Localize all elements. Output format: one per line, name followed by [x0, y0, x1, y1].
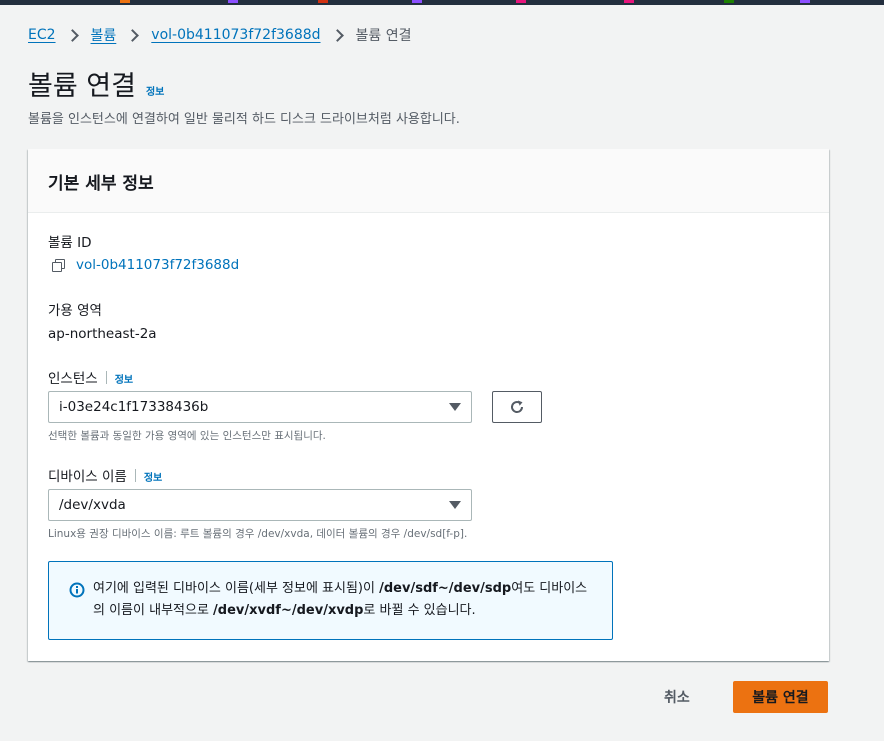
device-info-link[interactable]: 정보 — [144, 473, 162, 484]
nav-accent — [724, 0, 734, 3]
caret-down-icon — [449, 403, 461, 411]
instance-hint: 선택한 볼륨과 동일한 가용 영역에 있는 인스턴스만 표시됩니다. — [48, 430, 326, 442]
refresh-icon — [511, 400, 524, 413]
label-divider — [134, 469, 136, 482]
nav-accent — [120, 0, 130, 3]
page-title: 볼륨 연결 — [28, 71, 136, 102]
instance-select-value: i-03e24c1f17338436b — [59, 399, 209, 415]
breadcrumb-volumes[interactable]: 볼륨 — [91, 25, 117, 45]
nav-accent — [624, 0, 634, 3]
info-alert: 여기에 입력된 디바이스 이름(세부 정보에 표시됨)이 /dev/sdf~/d… — [48, 561, 613, 640]
top-nav-bar — [0, 0, 884, 5]
page-info-link[interactable]: 정보 — [146, 83, 164, 98]
volume-id-row: vol-0b411073f72f3688d — [52, 257, 239, 273]
device-name-select[interactable]: /dev/xvda — [48, 489, 472, 521]
device-label: 디바이스 이름 정보 — [48, 465, 162, 485]
chevron-right-icon — [65, 28, 79, 42]
basic-details-panel: 기본 세부 정보 볼륨 ID vol-0b411073f72f3688d 가용 … — [28, 149, 829, 661]
device-hint: Linux용 권장 디바이스 이름: 루트 볼륨의 경우 /dev/xvda, … — [48, 528, 468, 540]
instance-select[interactable]: i-03e24c1f17338436b — [48, 391, 472, 423]
page-header: 볼륨 연결 정보 — [28, 64, 164, 103]
nav-accent — [228, 0, 238, 3]
alert-bold-1: /dev/sdf~/dev/sdp — [379, 581, 512, 596]
alert-text-1: 여기에 입력된 디바이스 이름(세부 정보에 표시됨)이 — [93, 581, 380, 596]
nav-accent — [412, 0, 422, 3]
alert-bold-2: /dev/xvdf~/dev/xvdp — [213, 603, 364, 618]
breadcrumb-current: 볼륨 연결 — [355, 28, 412, 44]
copy-icon[interactable] — [52, 258, 65, 272]
cancel-button[interactable]: 취소 — [664, 686, 690, 708]
az-label: 가용 영역 — [48, 303, 102, 319]
refresh-button[interactable] — [492, 391, 542, 423]
breadcrumb-ec2[interactable]: EC2 — [28, 27, 56, 43]
nav-accent — [318, 0, 328, 3]
volume-id-value[interactable]: vol-0b411073f72f3688d — [76, 257, 239, 273]
instance-label-text: 인스턴스 — [48, 371, 98, 387]
panel-header: 기본 세부 정보 — [28, 149, 829, 213]
chevron-right-icon — [330, 28, 344, 42]
nav-accent — [516, 0, 526, 3]
info-circle-icon — [69, 582, 85, 598]
nav-accent — [800, 0, 810, 3]
az-value: ap-northeast-2a — [48, 326, 157, 342]
volume-id-label: 볼륨 ID — [48, 235, 92, 251]
caret-down-icon — [449, 501, 461, 509]
instance-label: 인스턴스 정보 — [48, 367, 133, 387]
panel-title: 기본 세부 정보 — [48, 174, 154, 194]
attach-volume-button[interactable]: 볼륨 연결 — [733, 681, 828, 713]
device-label-text: 디바이스 이름 — [48, 469, 127, 485]
chevron-right-icon — [126, 28, 140, 42]
instance-info-link[interactable]: 정보 — [115, 375, 133, 386]
breadcrumb: EC2 볼륨 vol-0b411073f72f3688d 볼륨 연결 — [28, 26, 412, 44]
alert-text-3: 로 바뀔 수 있습니다. — [363, 603, 476, 618]
breadcrumb-volume-id[interactable]: vol-0b411073f72f3688d — [151, 27, 320, 43]
page-description: 볼륨을 인스턴스에 연결하여 일반 물리적 하드 디스크 드라이브처럼 사용합니… — [28, 112, 460, 127]
device-select-value: /dev/xvda — [59, 497, 126, 513]
label-divider — [105, 371, 107, 384]
